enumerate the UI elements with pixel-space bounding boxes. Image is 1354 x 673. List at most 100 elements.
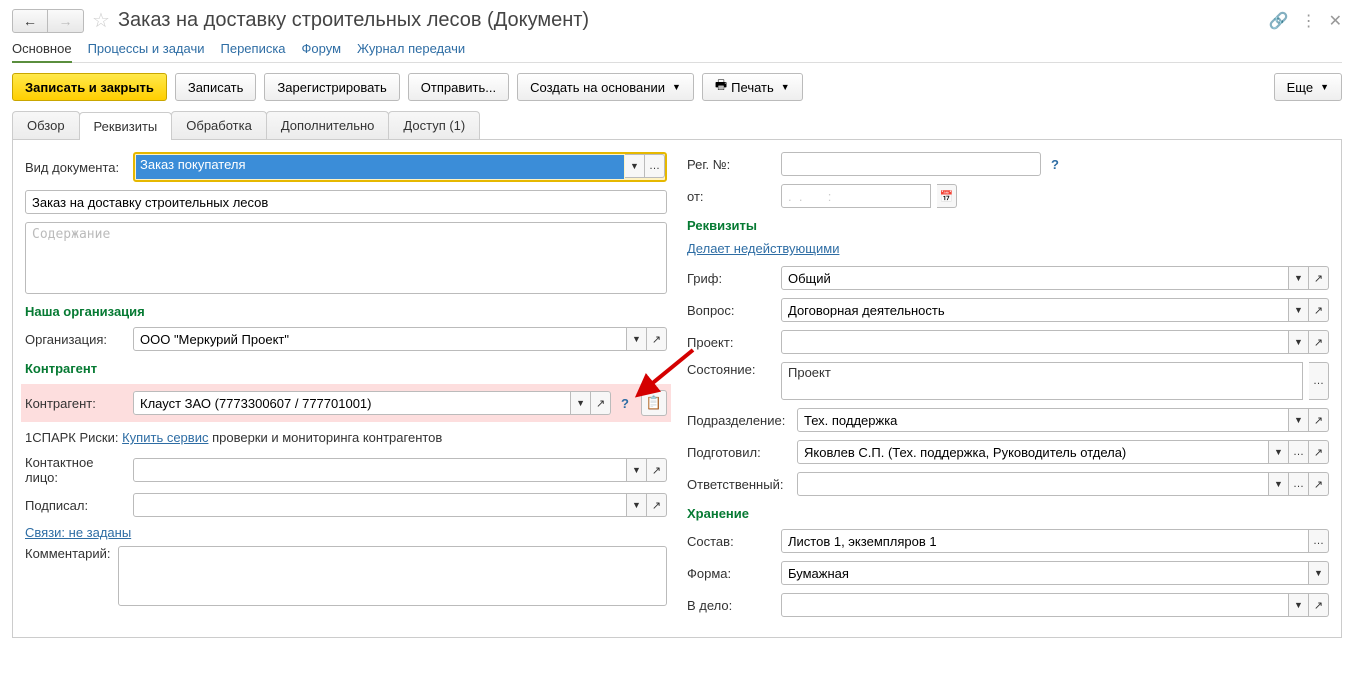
composition-label: Состав: bbox=[687, 534, 775, 549]
dropdown-icon[interactable]: ▼ bbox=[1289, 408, 1309, 432]
calendar-icon[interactable]: 📅 bbox=[937, 184, 957, 208]
dept-label: Подразделение: bbox=[687, 413, 791, 428]
tab-additional[interactable]: Дополнительно bbox=[266, 111, 390, 139]
dropdown-icon[interactable]: ▼ bbox=[625, 154, 645, 178]
contact-input[interactable] bbox=[133, 458, 627, 482]
details-section: Реквизиты bbox=[687, 218, 1329, 233]
create-from-button[interactable]: Создать на основании▼ bbox=[517, 73, 694, 101]
open-icon[interactable]: ↗ bbox=[647, 493, 667, 517]
prepared-input[interactable] bbox=[797, 440, 1269, 464]
form-input[interactable] bbox=[781, 561, 1309, 585]
project-input[interactable] bbox=[781, 330, 1289, 354]
tab-main[interactable]: Основное bbox=[12, 41, 72, 63]
regno-label: Рег. №: bbox=[687, 157, 775, 172]
doc-name-input[interactable] bbox=[25, 190, 667, 214]
save-close-button[interactable]: Записать и закрыть bbox=[12, 73, 167, 101]
doc-type-label: Вид документа: bbox=[25, 160, 127, 175]
more-button[interactable]: Еще▼ bbox=[1274, 73, 1342, 101]
print-button[interactable]: 🖶Печать▼ bbox=[702, 73, 803, 101]
buy-service-link[interactable]: Купить сервис bbox=[122, 430, 208, 445]
spark-info: 1СПАРК Риски: Купить сервис проверки и м… bbox=[25, 430, 667, 445]
dropdown-icon[interactable]: ▼ bbox=[1289, 266, 1309, 290]
close-icon[interactable]: ✕ bbox=[1329, 11, 1342, 31]
ellipsis-icon[interactable]: … bbox=[1289, 440, 1309, 464]
save-button[interactable]: Записать bbox=[175, 73, 257, 101]
ellipsis-icon[interactable]: … bbox=[1309, 529, 1329, 553]
dropdown-icon[interactable]: ▼ bbox=[1269, 472, 1289, 496]
question-label: Вопрос: bbox=[687, 303, 775, 318]
tab-overview[interactable]: Обзор bbox=[12, 111, 80, 139]
register-button[interactable]: Зарегистрировать bbox=[264, 73, 399, 101]
print-icon: 🖶 bbox=[715, 76, 727, 98]
star-icon[interactable]: ☆ bbox=[92, 8, 110, 33]
tab-details[interactable]: Реквизиты bbox=[79, 112, 173, 140]
menu-icon[interactable]: ⋮ bbox=[1301, 11, 1317, 31]
infile-label: В дело: bbox=[687, 598, 775, 613]
dropdown-icon[interactable]: ▼ bbox=[1309, 561, 1329, 585]
open-icon[interactable]: ↗ bbox=[591, 391, 611, 415]
inactive-link[interactable]: Делает недействующими bbox=[687, 241, 839, 256]
open-icon[interactable]: ↗ bbox=[647, 327, 667, 351]
project-label: Проект: bbox=[687, 335, 775, 350]
tab-forum[interactable]: Форум bbox=[302, 41, 342, 56]
question-input[interactable] bbox=[781, 298, 1289, 322]
tab-transfer[interactable]: Журнал передачи bbox=[357, 41, 465, 56]
tab-correspondence[interactable]: Переписка bbox=[221, 41, 286, 56]
open-icon[interactable]: ↗ bbox=[1309, 298, 1329, 322]
contact-label: Контактное лицо: bbox=[25, 455, 127, 485]
open-icon[interactable]: ↗ bbox=[1309, 472, 1329, 496]
open-icon[interactable]: ↗ bbox=[647, 458, 667, 482]
ellipsis-icon[interactable]: … bbox=[1309, 362, 1329, 400]
counterparty-input[interactable] bbox=[133, 391, 571, 415]
links-link[interactable]: Связи: не заданы bbox=[25, 525, 131, 540]
responsible-label: Ответственный: bbox=[687, 477, 791, 492]
ellipsis-icon[interactable]: … bbox=[645, 154, 665, 178]
responsible-input[interactable] bbox=[797, 472, 1269, 496]
open-icon[interactable]: ↗ bbox=[1309, 440, 1329, 464]
send-button[interactable]: Отправить... bbox=[408, 73, 509, 101]
tab-access[interactable]: Доступ (1) bbox=[388, 111, 480, 139]
prepared-label: Подготовил: bbox=[687, 445, 791, 460]
form-label: Форма: bbox=[687, 566, 775, 581]
dropdown-icon[interactable]: ▼ bbox=[1289, 330, 1309, 354]
tab-processing[interactable]: Обработка bbox=[171, 111, 267, 139]
dropdown-icon[interactable]: ▼ bbox=[1269, 440, 1289, 464]
open-icon[interactable]: ↗ bbox=[1309, 266, 1329, 290]
dept-input[interactable] bbox=[797, 408, 1289, 432]
doc-type-input[interactable]: Заказ покупателя bbox=[136, 155, 624, 179]
org-input[interactable] bbox=[133, 327, 627, 351]
signed-input[interactable] bbox=[133, 493, 627, 517]
signed-label: Подписал: bbox=[25, 498, 127, 513]
nav-back-button[interactable]: ← bbox=[12, 9, 48, 33]
help-icon[interactable]: ? bbox=[1051, 157, 1059, 172]
composition-input[interactable] bbox=[781, 529, 1309, 553]
our-org-section: Наша организация bbox=[25, 304, 667, 319]
tab-processes[interactable]: Процессы и задачи bbox=[88, 41, 205, 56]
state-label: Состояние: bbox=[687, 362, 775, 377]
infile-input[interactable] bbox=[781, 593, 1289, 617]
open-icon[interactable]: ↗ bbox=[1309, 593, 1329, 617]
content-textarea[interactable] bbox=[25, 222, 667, 294]
copy-button[interactable]: 📋 bbox=[641, 390, 667, 416]
counterparty-label: Контрагент: bbox=[25, 396, 127, 411]
dropdown-icon[interactable]: ▼ bbox=[1289, 298, 1309, 322]
nav-forward-button[interactable]: → bbox=[48, 9, 84, 33]
dropdown-icon[interactable]: ▼ bbox=[1289, 593, 1309, 617]
open-icon[interactable]: ↗ bbox=[1309, 330, 1329, 354]
dropdown-icon[interactable]: ▼ bbox=[627, 327, 647, 351]
grif-label: Гриф: bbox=[687, 271, 775, 286]
dropdown-icon[interactable]: ▼ bbox=[627, 493, 647, 517]
regno-input[interactable] bbox=[781, 152, 1041, 176]
ellipsis-icon[interactable]: … bbox=[1289, 472, 1309, 496]
dropdown-icon[interactable]: ▼ bbox=[571, 391, 591, 415]
date-input[interactable] bbox=[781, 184, 931, 208]
state-box[interactable]: Проект bbox=[781, 362, 1303, 400]
comment-textarea[interactable] bbox=[118, 546, 667, 606]
help-icon[interactable]: ? bbox=[621, 396, 629, 411]
org-label: Организация: bbox=[25, 332, 127, 347]
storage-section: Хранение bbox=[687, 506, 1329, 521]
dropdown-icon[interactable]: ▼ bbox=[627, 458, 647, 482]
link-icon[interactable]: 🔗 bbox=[1269, 11, 1289, 31]
grif-input[interactable] bbox=[781, 266, 1289, 290]
open-icon[interactable]: ↗ bbox=[1309, 408, 1329, 432]
